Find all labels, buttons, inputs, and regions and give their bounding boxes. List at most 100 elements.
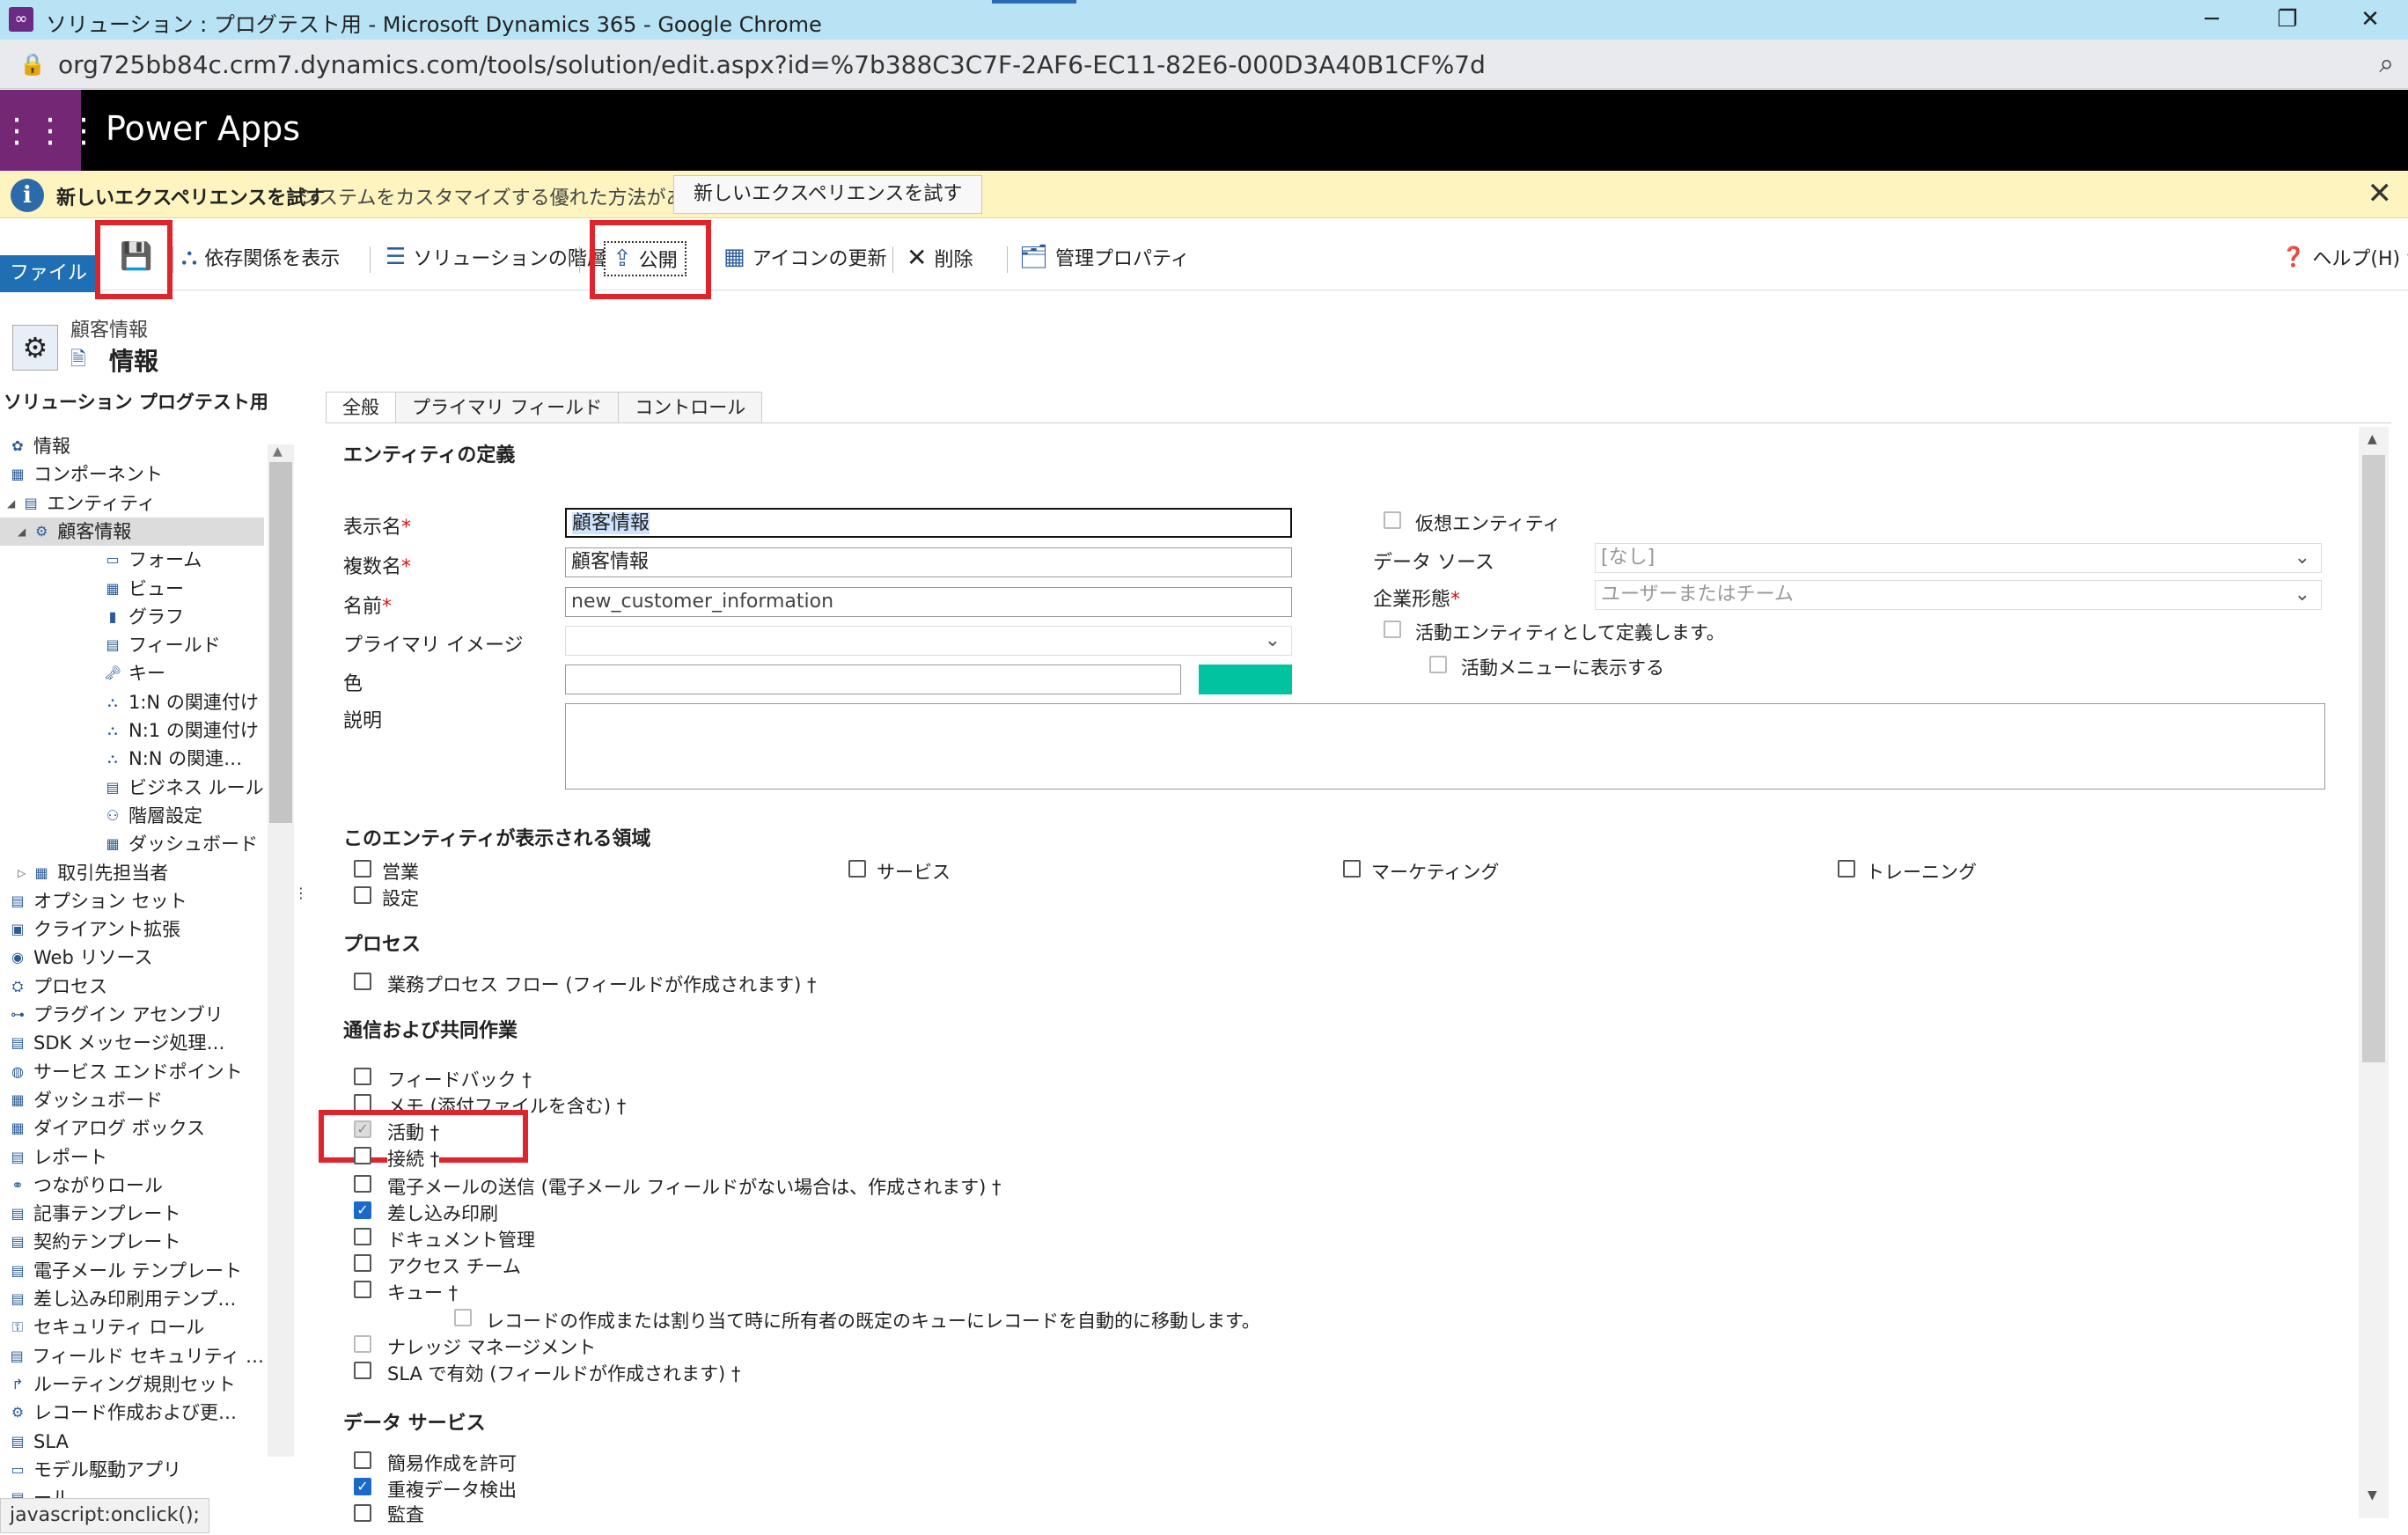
expand-toggle-icon[interactable]: ◢ (18, 518, 26, 546)
save-icon[interactable]: 💾 (120, 241, 152, 272)
schema-name-input[interactable]: new_customer_information (565, 587, 1292, 617)
tree-item[interactable]: ▣ クライアント拡張 (0, 915, 264, 944)
data-source-select[interactable]: [なし] ⌄ (1595, 543, 2322, 573)
primary-image-select[interactable]: ⌄ (565, 626, 1292, 656)
bpf-checkbox[interactable] (354, 973, 371, 990)
show-dependencies-button[interactable]: ⛬ 依存関係を表示 (181, 243, 340, 271)
tree-item[interactable]: ▤ 電子メール テンプレート (0, 1257, 264, 1285)
close-notification-icon[interactable]: ✕ (2368, 176, 2393, 211)
expand-toggle-icon[interactable]: ◢ (7, 489, 15, 518)
tree-item[interactable]: ◉ Web リソース (0, 944, 264, 972)
area-marketing-checkbox[interactable] (1343, 860, 1361, 878)
form-scrollbar[interactable]: ▲ ▼ (2359, 427, 2389, 1518)
tree-item[interactable]: ▦ ダッシュボード (0, 830, 264, 858)
queues-checkbox[interactable] (354, 1281, 371, 1298)
tree-item[interactable]: ▤ ビジネス ルール (0, 774, 264, 802)
color-swatch[interactable] (1199, 665, 1292, 694)
minimize-button[interactable]: ─ (2174, 0, 2250, 40)
managed-properties-button[interactable]: 🗂 管理プロパティ (1019, 243, 1190, 271)
area-service-checkbox[interactable] (848, 860, 866, 878)
tree-item[interactable]: ▤ オプション セット (0, 887, 264, 915)
tree-item[interactable]: ⊶ プラグイン アセンブリ (0, 1001, 264, 1029)
tree-item[interactable]: ▤ 記事テンプレート (0, 1200, 264, 1228)
dup-detect-checkbox[interactable]: ✓ (354, 1478, 371, 1495)
splitter-handle[interactable]: ⋮ (294, 886, 308, 924)
try-new-experience-button[interactable]: 新しいエクスペリエンスを試す (673, 175, 983, 214)
tree-item[interactable]: ◢ ▤ エンティティ (0, 489, 264, 518)
tree-item[interactable]: ▭ フォーム (0, 546, 264, 574)
delete-button[interactable]: ✕ 削除 (907, 243, 973, 272)
tab-controls[interactable]: コントロール (618, 392, 763, 423)
update-icons-button[interactable]: ▦ アイコンの更新 (723, 243, 886, 271)
mail-merge-checkbox[interactable]: ✓ (354, 1201, 371, 1219)
tree-item[interactable]: ▤ 契約テンプレート (0, 1228, 264, 1256)
tree-item[interactable]: ✿ 情報 (0, 432, 264, 460)
tree-item[interactable]: ▤ 差し込み印刷用テンプ… (0, 1285, 264, 1313)
tree-item[interactable]: 🗝 キー (0, 659, 264, 687)
ownership-select[interactable]: ユーザーまたはチーム ⌄ (1595, 580, 2322, 610)
display-name-input[interactable]: 顧客情報 (565, 508, 1292, 538)
tree-scrollbar[interactable]: ▲ (268, 444, 294, 1457)
help-button[interactable]: ❓ ヘルプ(H) ▾ (2281, 243, 2408, 271)
tree-item[interactable]: ⛬ 1:N の関連付け (0, 688, 264, 716)
tree-item[interactable]: ▦ ダッシュボード (0, 1086, 264, 1114)
doc-mgmt-checkbox[interactable] (354, 1228, 371, 1245)
tree-item[interactable]: ⛭ プロセス (0, 973, 264, 1001)
url-text[interactable]: org725bb84c.crm7.dynamics.com/tools/solu… (58, 50, 1486, 79)
publish-button[interactable]: ⇪ 公開 (604, 241, 686, 276)
solution-layers-button[interactable]: ☰ ソリューションの階層 (385, 243, 606, 271)
area-settings-checkbox[interactable] (354, 886, 371, 904)
address-bar[interactable]: 🔒 org725bb84c.crm7.dynamics.com/tools/so… (0, 40, 2408, 89)
access-teams-checkbox[interactable] (354, 1254, 371, 1272)
tree-item[interactable]: ⚙ レコード作成および更… (0, 1399, 264, 1427)
tree-item[interactable]: ⚿ セキュリティ ロール (0, 1313, 264, 1341)
tree-item[interactable]: ▤ SDK メッセージ処理… (0, 1029, 264, 1057)
scroll-up-icon[interactable]: ▲ (2368, 432, 2377, 446)
description-textarea[interactable] (565, 703, 2325, 790)
tree-item[interactable]: ⛬ N:1 の関連付け (0, 716, 264, 745)
tree-item[interactable]: ↱ ルーティング規則セット (0, 1370, 264, 1399)
tree-item[interactable]: ⚭ つながりロール (0, 1171, 264, 1200)
close-window-button[interactable]: ✕ (2332, 0, 2408, 40)
tree-item[interactable]: ▮ グラフ (0, 603, 264, 631)
show-activity-menu-checkbox[interactable] (1429, 656, 1447, 673)
sla-checkbox[interactable] (354, 1362, 371, 1379)
email-checkbox[interactable] (354, 1175, 371, 1193)
tree-item[interactable]: ▦ ダイアログ ボックス (0, 1114, 264, 1142)
tree-item[interactable]: ▷ ▦ 取引先担当者 (0, 859, 264, 887)
area-sales-checkbox[interactable] (354, 860, 371, 878)
virtual-entity-checkbox[interactable] (1384, 511, 1401, 529)
tree-item[interactable]: ▭ モデル駆動アプリ (0, 1456, 264, 1484)
tree-item[interactable]: ▤ SLA (0, 1428, 264, 1456)
form-scroll-thumb[interactable] (2362, 455, 2385, 1062)
tree-item[interactable]: ▤ フィールド セキュリティ … (0, 1342, 264, 1370)
feedback-checkbox[interactable] (354, 1068, 371, 1085)
tab-general[interactable]: 全般 (326, 392, 396, 423)
file-menu-button[interactable]: ファイル (0, 255, 97, 292)
tree-scroll-thumb[interactable] (269, 462, 292, 823)
quick-create-checkbox[interactable] (354, 1451, 371, 1469)
connections-checkbox[interactable] (354, 1147, 371, 1164)
tree-item[interactable]: ⛬ N:N の関連… (0, 745, 264, 773)
tree-item[interactable]: ▦ コンポーネント (0, 460, 264, 488)
color-input[interactable] (565, 665, 1181, 694)
tree-item[interactable]: ▦ ビュー (0, 575, 264, 603)
tree-item[interactable]: ▤ レポート (0, 1143, 264, 1171)
scroll-up-icon[interactable]: ▲ (273, 444, 283, 459)
tree-item[interactable]: ⚇ 階層設定 (0, 802, 264, 830)
area-training-checkbox[interactable] (1838, 860, 1855, 878)
app-brand[interactable]: Power Apps (106, 109, 300, 148)
knowledge-checkbox[interactable] (354, 1335, 371, 1353)
scroll-down-icon[interactable]: ▼ (2368, 1488, 2377, 1502)
audit-checkbox[interactable] (354, 1504, 371, 1522)
notes-checkbox[interactable] (354, 1094, 371, 1112)
queue-auto-checkbox[interactable] (454, 1309, 472, 1326)
plural-name-input[interactable]: 顧客情報 (565, 547, 1292, 577)
restore-button[interactable]: ❐ (2250, 0, 2325, 40)
app-launcher-icon[interactable]: ⋮⋮⋮ (0, 90, 100, 171)
tree-item[interactable]: ◢ ⚙ 顧客情報 (0, 517, 264, 546)
tree-item[interactable]: ▤ フィールド (0, 631, 264, 659)
tree-item[interactable]: ◍ サービス エンドポイント (0, 1058, 264, 1086)
define-activity-checkbox[interactable] (1384, 621, 1401, 638)
expand-toggle-icon[interactable]: ▷ (18, 859, 26, 887)
